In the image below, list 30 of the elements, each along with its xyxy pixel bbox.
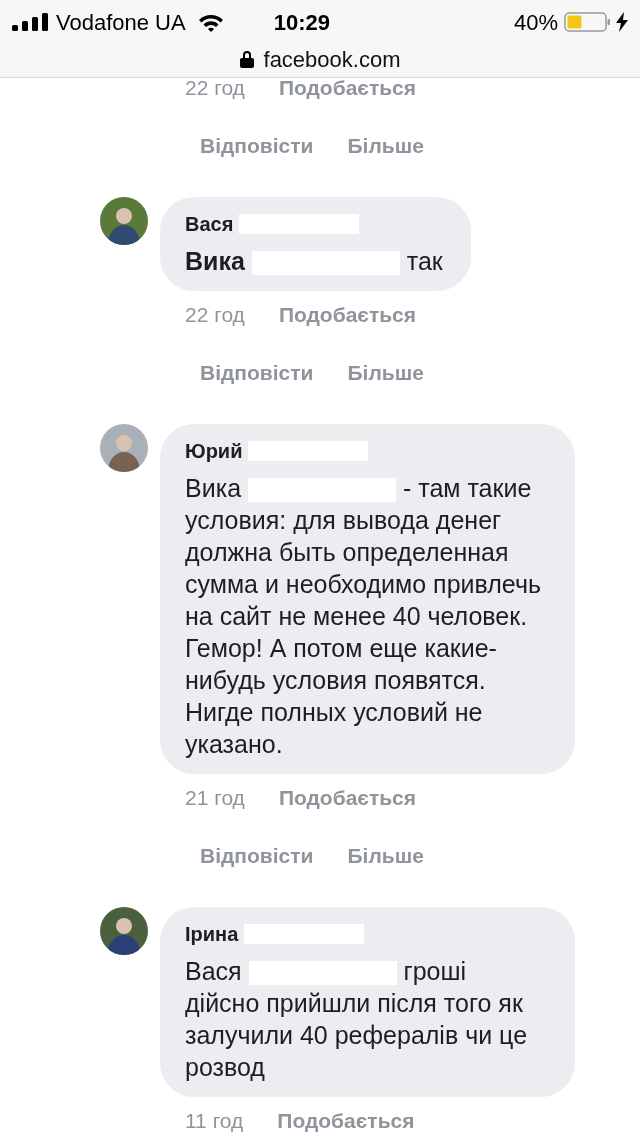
reply-link[interactable]: Відповісти [200, 840, 314, 872]
comment-time: 21 год [185, 785, 245, 812]
more-link[interactable]: Більше [347, 357, 424, 389]
reply-link[interactable]: Відповісти [200, 130, 314, 162]
signal-icon [12, 13, 50, 31]
clock-time: 10:29 [273, 8, 330, 37]
comment-time: 22 год [185, 75, 245, 102]
battery-icon [564, 11, 612, 33]
like-link[interactable]: Подобається [277, 1105, 415, 1136]
more-link[interactable]: Більше [347, 130, 424, 162]
comment-time: 22 год [185, 302, 245, 329]
lightning-icon [616, 12, 628, 32]
author-name[interactable]: Юрий [185, 436, 243, 466]
comment-text: Вика так [185, 246, 443, 277]
comment-text: Вася гроші дійсно прийшли після того як залучили 40 рефералів чи це розвод [185, 956, 529, 1083]
like-link[interactable]: Подобається [278, 299, 417, 331]
author-name[interactable]: Ірина [185, 919, 239, 949]
more-link[interactable]: Більше [347, 840, 424, 872]
comment-time: 11 год [185, 1108, 244, 1135]
like-link[interactable]: Подобається [278, 782, 417, 814]
reply-link[interactable]: Відповісти [200, 357, 314, 389]
avatar[interactable] [100, 424, 148, 472]
battery-percentage: 40% [513, 8, 558, 37]
carrier-name: Vodafone UA [56, 8, 186, 37]
lock-icon [239, 50, 254, 68]
avatar[interactable] [100, 197, 148, 245]
wifi-icon [197, 12, 224, 32]
comment-text: Вика - там такие условия: для вывода денег должна быть определенная сумма и необходимо привлечь на сайт не менее 40 человек. Гемор! А потом еще какие-нибудь условия появятся. Нигде полных условий не указано. [185, 473, 542, 760]
avatar[interactable] [100, 907, 148, 955]
author-name[interactable]: Вася [185, 209, 234, 239]
